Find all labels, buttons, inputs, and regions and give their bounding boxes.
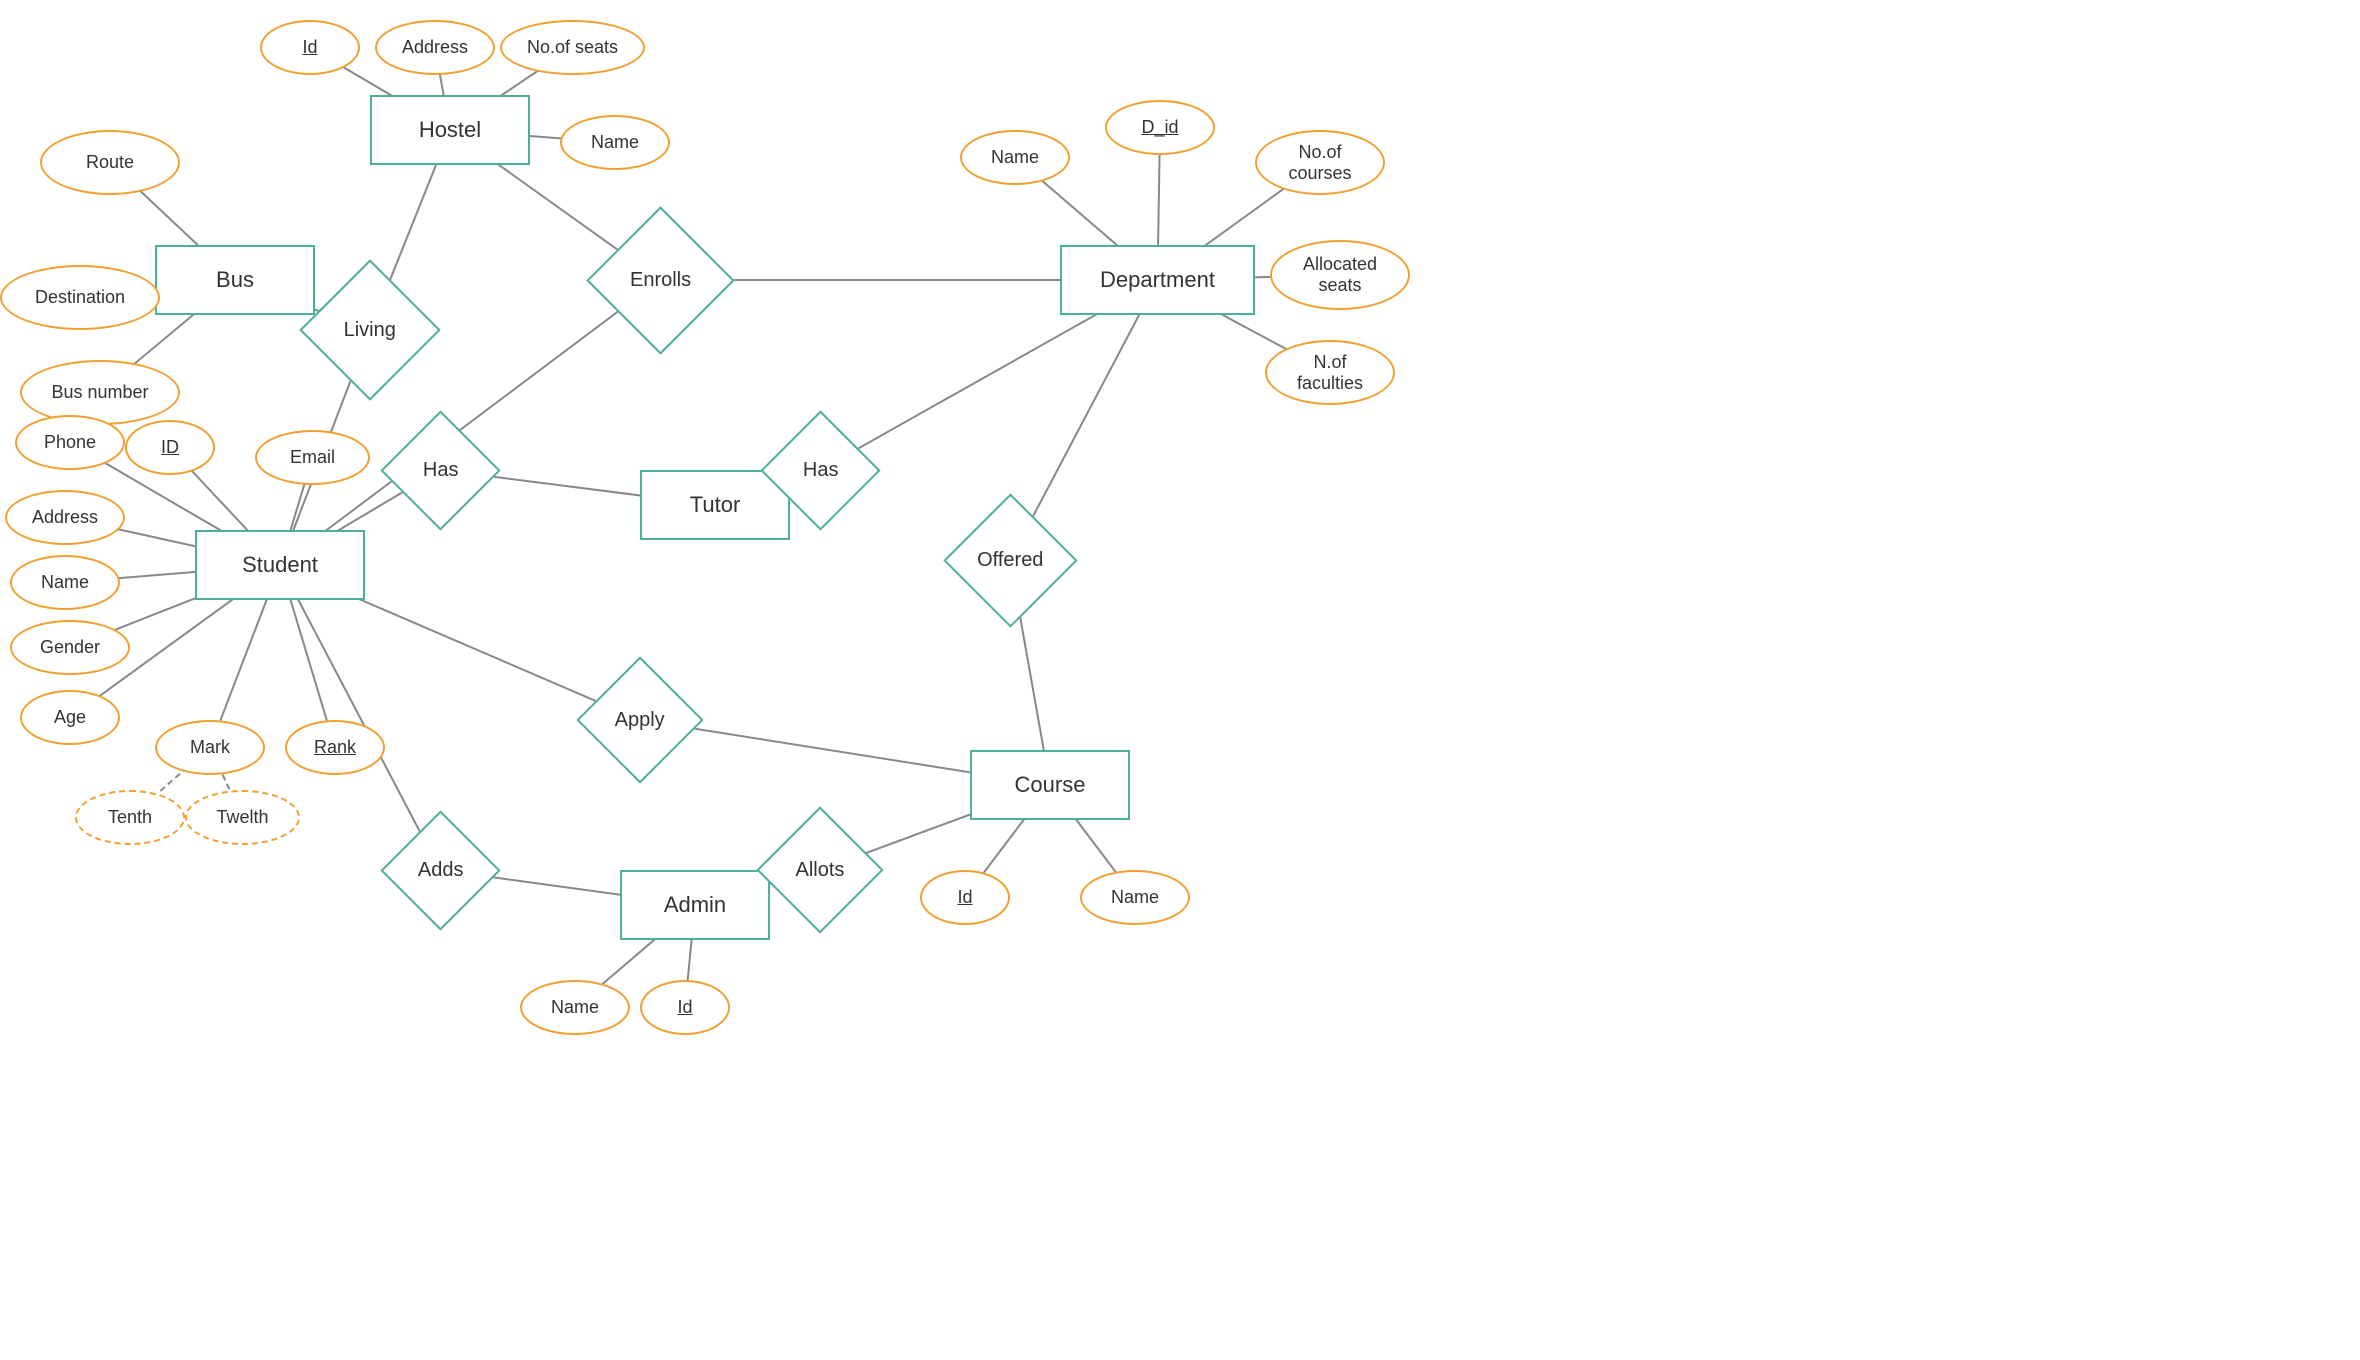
relationship-allots: Allots <box>756 806 883 933</box>
relationship-offered: Offered <box>943 493 1077 627</box>
attribute-student_email: Email <box>255 430 370 485</box>
attribute-student_name: Name <box>10 555 120 610</box>
entity-department: Department <box>1060 245 1255 315</box>
attribute-course_id: Id <box>920 870 1010 925</box>
attribute-student_mark: Mark <box>155 720 265 775</box>
relationship-adds: Adds <box>380 810 500 930</box>
er-diagram: Bus Hostel Student Tutor Department Admin Cour… <box>0 0 2360 1360</box>
attribute-student_gender: Gender <box>10 620 130 675</box>
attribute-bus_destination: Destination <box>0 265 160 330</box>
attribute-student_tenth: Tenth <box>75 790 185 845</box>
attribute-hostel_address: Address <box>375 20 495 75</box>
relationship-living: Living <box>299 259 440 400</box>
attribute-student_phone: Phone <box>15 415 125 470</box>
relationship-apply: Apply <box>576 656 703 783</box>
attribute-bus_number: Bus number <box>20 360 180 425</box>
attribute-dept_seats: Allocated seats <box>1270 240 1410 310</box>
entity-hostel: Hostel <box>370 95 530 165</box>
entity-bus: Bus <box>155 245 315 315</box>
attribute-dept_faculties: N.of faculties <box>1265 340 1395 405</box>
attribute-student_id: ID <box>125 420 215 475</box>
attribute-hostel_id: Id <box>260 20 360 75</box>
attribute-dept_courses: No.of courses <box>1255 130 1385 195</box>
attribute-student_twelth: Twelth <box>185 790 300 845</box>
attribute-hostel_name: Name <box>560 115 670 170</box>
attribute-bus_route: Route <box>40 130 180 195</box>
attribute-admin_name: Name <box>520 980 630 1035</box>
entity-admin: Admin <box>620 870 770 940</box>
relationship-enrolls: Enrolls <box>586 206 734 354</box>
attribute-admin_id: Id <box>640 980 730 1035</box>
attribute-course_name: Name <box>1080 870 1190 925</box>
attribute-student_age: Age <box>20 690 120 745</box>
attribute-student_address: Address <box>5 490 125 545</box>
attribute-dept_did: D_id <box>1105 100 1215 155</box>
entity-tutor: Tutor <box>640 470 790 540</box>
entity-course: Course <box>970 750 1130 820</box>
attribute-dept_name: Name <box>960 130 1070 185</box>
entity-student: Student <box>195 530 365 600</box>
attribute-hostel_seats: No.of seats <box>500 20 645 75</box>
relationship-has1: Has <box>380 410 500 530</box>
attribute-student_rank: Rank <box>285 720 385 775</box>
